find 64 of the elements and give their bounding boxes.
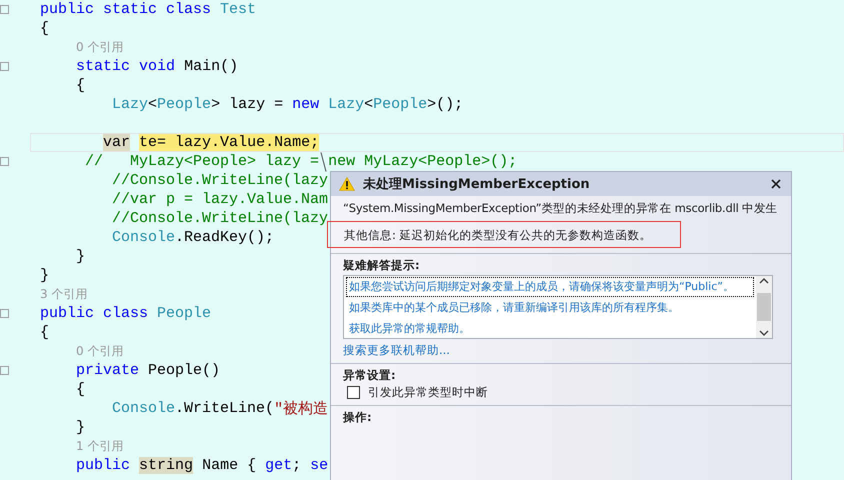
code-token: Lazy <box>328 96 364 113</box>
exception-message: “System.MissingMemberException”类型的未经处理的异常在 mscorlib.dll 中发生 <box>342 200 778 217</box>
code-token: se <box>310 457 328 474</box>
tip-link[interactable]: 如果类库中的某个成员已移除，请重新编译引用该库的所有程序集。 <box>346 298 754 318</box>
code-token: ; <box>292 457 302 474</box>
tip-link[interactable]: 获取此异常的常规帮助。 <box>346 319 754 339</box>
code-token: "被构造 <box>274 400 328 418</box>
code-token: //Console.WriteLine(lazy <box>112 172 328 189</box>
code-token: Test <box>220 1 256 18</box>
code-token: People() <box>148 362 220 379</box>
code-token: .WriteLine( <box>175 400 274 417</box>
reference-count[interactable]: 3 个引用 <box>40 286 88 303</box>
reference-count[interactable]: 0 个引用 <box>76 343 124 360</box>
code-token: var <box>103 134 130 151</box>
code-token: } <box>76 248 86 265</box>
section-heading: 疑难解答提示: <box>342 257 421 274</box>
code-token: // MyLazy<People> lazy = <box>85 153 320 170</box>
leader-line <box>320 152 327 172</box>
scroll-down-icon[interactable] <box>759 330 769 336</box>
section-heading: 异常设置: <box>342 367 397 384</box>
code-token: People <box>157 305 212 322</box>
code-token: Console <box>112 229 176 246</box>
code-token: Console <box>112 400 176 417</box>
code-token: .ReadKey(); <box>175 229 274 246</box>
code-token: } <box>76 419 86 436</box>
popup-title: 未处理MissingMemberException <box>363 176 591 193</box>
code-token: People <box>157 96 212 113</box>
tip-link[interactable]: 如果您尝试访问后期绑定对象变量上的成员，请确保将该变量声明为“Public”。 <box>346 277 754 297</box>
reference-count[interactable]: 0 个引用 <box>76 39 124 56</box>
code-token: Main() <box>184 58 238 75</box>
code-token: //var p = lazy.Value.Nam <box>112 191 328 208</box>
code-token: Name { <box>202 457 258 474</box>
checkbox[interactable] <box>347 386 360 399</box>
code-token: string <box>139 457 194 474</box>
code-token: private <box>76 362 140 379</box>
code-token: public static class <box>40 1 212 18</box>
more-help-link[interactable]: 搜索更多联机帮助... <box>339 339 454 358</box>
code-token: >(); <box>427 96 464 113</box>
checkbox-label: 引发此异常类型时中断 <box>368 385 488 400</box>
code-token: public class <box>40 305 148 322</box>
code-token: < <box>364 96 374 113</box>
section-heading: 操作: <box>342 409 373 426</box>
code-token: Lazy <box>112 96 148 113</box>
scrollbar[interactable] <box>756 276 772 338</box>
reference-count[interactable]: 1 个引用 <box>76 438 124 455</box>
code-token: new MyLazy<People>(); <box>328 153 518 170</box>
code-token: //Console.WriteLine(lazy <box>112 210 328 227</box>
warning-icon <box>339 177 355 191</box>
code-token: public <box>76 457 132 474</box>
code-token: { <box>76 77 86 94</box>
code-token: get <box>265 457 292 474</box>
code-token: { <box>40 20 50 37</box>
code-token: static void <box>76 58 176 75</box>
code-token: { <box>40 324 50 341</box>
code-token: } <box>40 267 50 284</box>
code-token: < <box>148 96 158 113</box>
code-token: { <box>76 381 86 398</box>
code-token: > lazy = <box>211 96 284 113</box>
code-token: new <box>292 96 320 113</box>
additional-info: 其他信息: 延迟初始化的类型没有公共的无参数构造函数。 <box>327 221 681 248</box>
code-token: People <box>373 96 428 113</box>
code-token: te= lazy.Value.Name; <box>139 134 320 151</box>
scroll-up-icon[interactable] <box>759 278 769 284</box>
close-button[interactable] <box>769 177 783 191</box>
